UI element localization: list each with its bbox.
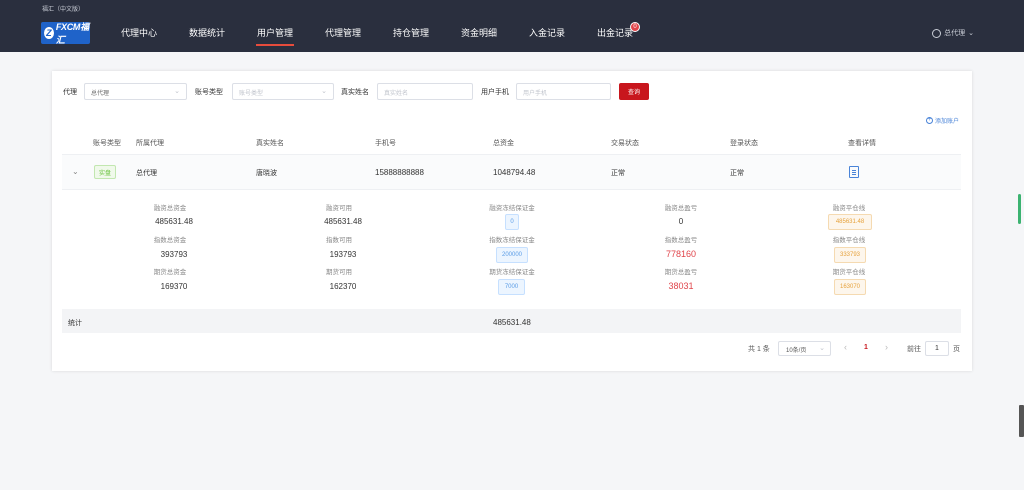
row-total: 1048794.48	[493, 168, 536, 177]
detail-value: 169370	[160, 282, 188, 291]
detail-label: 指数平仓线	[832, 237, 866, 244]
detail-label: 期货平仓线	[832, 269, 866, 276]
side-indicator	[1018, 194, 1021, 224]
detail-label: 期货总盈亏	[664, 269, 698, 276]
nav-agent-center[interactable]: 代理中心	[121, 26, 157, 39]
plus-circle-icon: +	[926, 117, 933, 124]
detail-label: 指数可用	[326, 237, 352, 244]
chevron-down-icon: ⌄	[819, 345, 825, 352]
agent-label: 代理	[63, 89, 77, 96]
user-icon	[932, 28, 942, 38]
nav-deposit-records[interactable]: 入金记录	[529, 26, 565, 39]
row-trade-status: 正常	[611, 170, 625, 177]
row-phone: 15888888888	[375, 168, 424, 177]
detail-value: 0	[678, 217, 684, 226]
detail-label: 融资平仓线	[832, 205, 866, 212]
real-name-label: 真实姓名	[341, 89, 369, 96]
real-name-input[interactable]: 真实姓名	[377, 83, 473, 100]
user-label: 总代理	[944, 30, 966, 37]
col-trade-status: 交易状态	[611, 140, 639, 147]
col-view-details: 查看详情	[848, 140, 876, 147]
nav-withdraw-records[interactable]: 出金记录	[597, 26, 633, 39]
logo-icon: Z	[44, 27, 54, 39]
col-total-funds: 总资金	[493, 140, 514, 147]
col-real-name: 真实姓名	[256, 140, 284, 147]
detail-value: 778160	[665, 249, 697, 259]
detail-label: 融资总资金	[153, 205, 187, 212]
col-agent: 所属代理	[136, 140, 164, 147]
detail-label: 指数总盈亏	[664, 237, 698, 244]
side-tab[interactable]	[1019, 405, 1024, 437]
nav-position-management[interactable]: 持仓管理	[393, 26, 429, 39]
col-login-status: 登录状态	[730, 140, 758, 147]
detail-label: 期货总资金	[153, 269, 187, 276]
goto-suffix: 页	[953, 346, 960, 353]
phone-label: 用户手机	[481, 89, 509, 96]
detail-pill: 485631.48	[828, 214, 872, 230]
next-page-icon[interactable]: ›	[885, 342, 888, 352]
summary-label: 统计	[68, 320, 82, 327]
detail-label: 期货可用	[326, 269, 352, 276]
expand-row-icon[interactable]: ⌄	[72, 167, 79, 176]
chevron-down-icon: ⌄	[174, 88, 180, 95]
goto-page-input[interactable]: 1	[925, 341, 949, 356]
agent-select[interactable]: 总代理 ⌄	[84, 83, 187, 100]
row-login-status: 正常	[730, 170, 744, 177]
site-title: 福汇（中文版）	[42, 7, 85, 13]
page-size-value: 10条/页	[786, 348, 807, 354]
detail-label: 指数冻结保证金	[489, 237, 535, 244]
add-account-link[interactable]: + 添加账户	[926, 116, 959, 125]
detail-label: 指数总资金	[153, 237, 187, 244]
withdraw-badge: 0	[630, 22, 640, 32]
top-header: 福汇（中文版） Z FXCM福汇 代理中心 数据统计 用户管理 代理管理 持仓管…	[0, 0, 1024, 52]
detail-label: 融资总盈亏	[664, 205, 698, 212]
chevron-down-icon: ⌄	[968, 30, 974, 37]
page-size-select[interactable]: 10条/页 ⌄	[778, 341, 831, 356]
nav-fund-details[interactable]: 资金明细	[461, 26, 497, 39]
detail-label: 融资冻结保证金	[489, 205, 535, 212]
detail-pill: 7000	[498, 279, 525, 295]
user-menu[interactable]: 总代理 ⌄	[932, 28, 974, 38]
account-type-label: 账号类型	[195, 89, 223, 96]
detail-pill: 163070	[834, 279, 866, 295]
detail-value: 393793	[160, 250, 188, 259]
summary-value: 485631.48	[493, 318, 531, 327]
nav-agent-management[interactable]: 代理管理	[325, 26, 361, 39]
nav-statistics[interactable]: 数据统计	[189, 26, 225, 39]
row-name: 唐晓波	[256, 170, 277, 177]
prev-page-icon[interactable]: ‹	[844, 342, 847, 352]
chevron-down-icon: ⌄	[321, 88, 327, 95]
col-phone: 手机号	[375, 140, 396, 147]
detail-pill: 200000	[496, 247, 528, 263]
pagination-total: 共 1 条	[748, 346, 770, 353]
logo[interactable]: Z FXCM福汇	[41, 22, 90, 45]
detail-value: 193793	[329, 250, 357, 259]
query-button[interactable]: 查询	[619, 83, 649, 100]
detail-value: 162370	[329, 282, 357, 291]
col-account-type: 账号类型	[93, 140, 121, 147]
row-agent: 总代理	[136, 170, 157, 177]
detail-label: 期货冻结保证金	[489, 269, 535, 276]
goto-prefix: 前往	[907, 346, 921, 353]
account-type-placeholder: 账号类型	[239, 91, 264, 97]
detail-label: 融资可用	[326, 205, 352, 212]
account-type-select[interactable]: 账号类型 ⌄	[232, 83, 334, 100]
page-number[interactable]: 1	[864, 344, 868, 351]
detail-pill: 0	[505, 214, 519, 230]
detail-pill: 333793	[834, 247, 866, 263]
account-type-tag: 实盘	[94, 165, 116, 179]
detail-value: 485631.48	[324, 217, 362, 226]
phone-input[interactable]: 用户手机	[516, 83, 611, 100]
view-details-icon[interactable]	[849, 166, 859, 178]
detail-value: 38031	[668, 281, 694, 291]
agent-select-value: 总代理	[91, 91, 110, 97]
detail-value: 485631.48	[155, 217, 193, 226]
add-account-label: 添加账户	[935, 119, 960, 125]
logo-text: FXCM福汇	[55, 22, 89, 45]
nav-user-management[interactable]: 用户管理	[255, 26, 295, 46]
